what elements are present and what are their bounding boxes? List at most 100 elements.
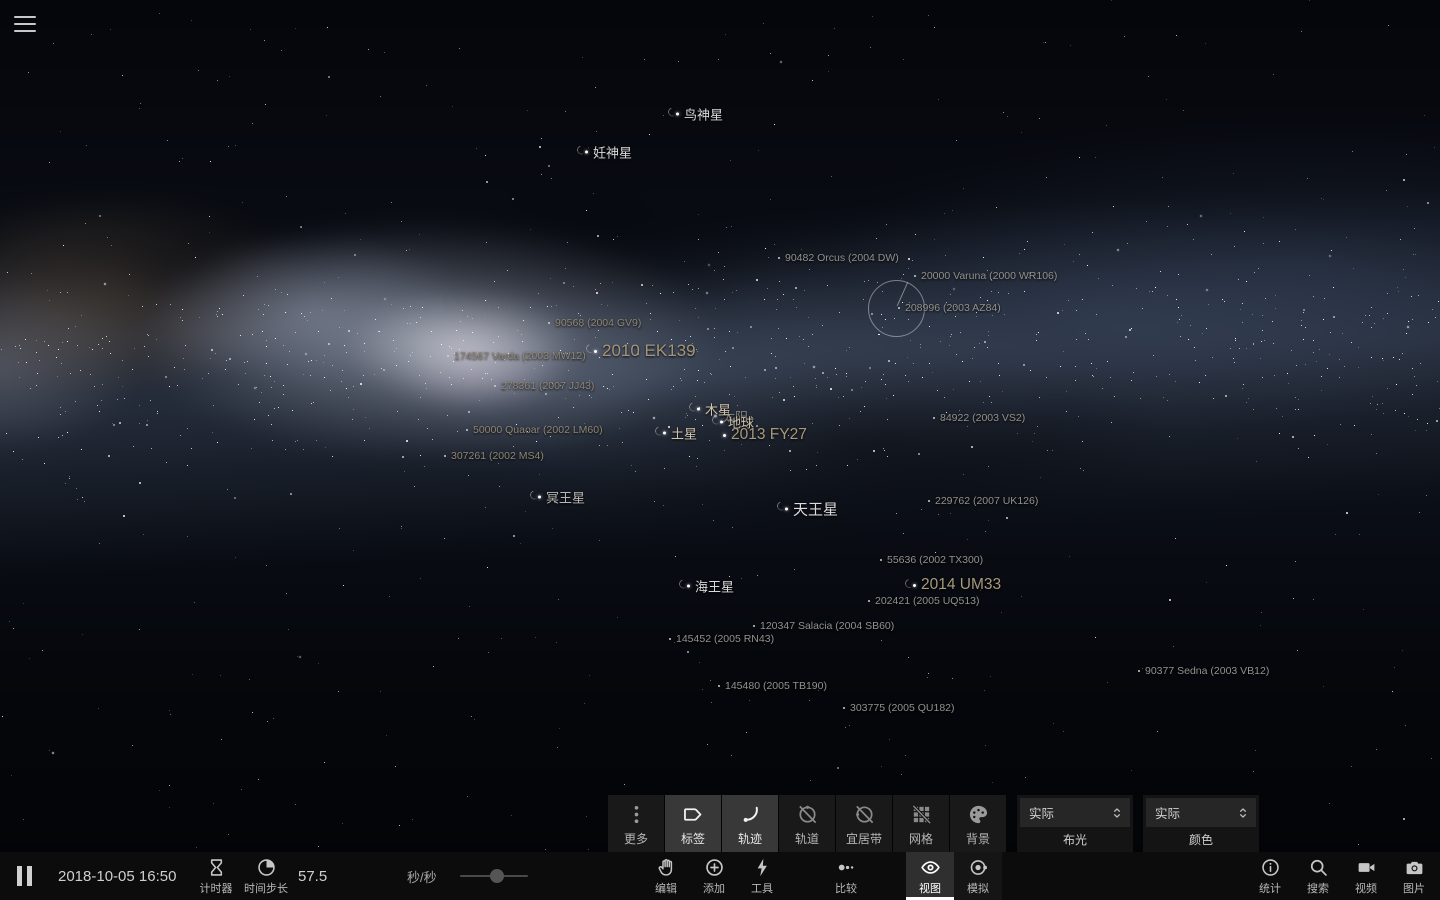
toolbar-button-label: 比较 <box>835 883 857 895</box>
view-toggle-orbit-off[interactable]: 轨道 <box>779 795 835 852</box>
sky-label[interactable]: 303775 (2005 QU182) <box>843 702 955 714</box>
sky-label[interactable]: 妊神星 <box>575 143 633 162</box>
eye-button[interactable]: 视图 <box>906 852 954 900</box>
celestial-body-dot <box>494 385 496 387</box>
video-button[interactable]: 视频 <box>1342 852 1390 900</box>
toolbar-button-label: 编辑 <box>655 883 677 895</box>
sky-label[interactable]: 229762 (2007 UK126) <box>928 495 1038 507</box>
celestial-body-dot <box>928 500 930 502</box>
hand-icon <box>656 855 677 879</box>
time-speed-slider[interactable] <box>460 852 528 900</box>
sky-label[interactable]: 174567 Varda (2003 MW12) <box>447 350 586 362</box>
sky-label[interactable]: 2013 FY27 <box>723 426 807 444</box>
starfield-bright <box>0 0 2 2</box>
lighting-dropdown[interactable]: 实际 <box>1020 798 1130 827</box>
simulation-datetime[interactable]: 2018-10-05 16:50 <box>58 852 176 900</box>
timestep-label: 时间步长 <box>244 883 288 895</box>
sky-label[interactable]: 土星 <box>653 424 697 443</box>
bolt-button[interactable]: 工具 <box>738 852 786 900</box>
view-toggle-label: 轨道 <box>794 832 819 846</box>
sky-label[interactable]: 90482 Orcus (2004 DW) <box>778 252 899 264</box>
orbit-off-icon <box>796 801 819 827</box>
sky-label[interactable]: 海王星 <box>677 577 735 596</box>
view-toggle-habitable-off[interactable]: 宜居带 <box>836 795 892 852</box>
sky-label[interactable]: 55636 (2002 TX300) <box>880 554 983 566</box>
sky-label[interactable]: 20000 Varuna (2000 WR106) <box>914 270 1057 282</box>
celestial-body-dot <box>1138 670 1140 672</box>
palette-icon <box>967 801 990 827</box>
time-speed-unit[interactable]: 秒/秒 <box>407 852 437 900</box>
sky-label[interactable]: 145480 (2005 TB190) <box>718 680 827 692</box>
space-canvas[interactable]: 鸟神星妊神星 90482 Orcus (2004 DW) 20000 Varuna … <box>0 0 1440 852</box>
sky-label[interactable]: 90568 (2004 GV9) <box>548 317 641 329</box>
trail-icon <box>739 801 762 827</box>
hamburger-menu-button[interactable] <box>13 14 37 34</box>
view-toggle-palette[interactable]: 背景 <box>950 795 1006 852</box>
sky-label[interactable]: 84922 (2003 VS2) <box>933 412 1025 424</box>
eye-icon <box>920 855 941 879</box>
sky-label[interactable]: 120347 Salacia (2004 SB60) <box>753 620 894 632</box>
celestial-body-dot <box>718 685 720 687</box>
celestial-body-name: 冥王星 <box>546 490 586 506</box>
simulate-button[interactable]: 模拟 <box>954 852 1002 900</box>
add-circle-icon <box>704 855 725 879</box>
celestial-body-name: 307261 (2002 MS4) <box>451 450 544 462</box>
simulate-icon <box>968 855 989 879</box>
lighting-dropdown-group: 实际 布光 <box>1017 795 1133 852</box>
color-dropdown[interactable]: 实际 <box>1146 798 1256 827</box>
toolbar-button-label: 视图 <box>919 883 941 895</box>
celestial-body-name: 天王星 <box>793 501 839 519</box>
camera-button[interactable]: 图片 <box>1390 852 1438 900</box>
more-vertical-icon <box>625 801 648 827</box>
timestep-button[interactable]: 时间步长 <box>240 852 292 900</box>
sky-label[interactable]: 2014 UM33 <box>903 576 1001 594</box>
sky-label[interactable]: 202421 (2005 UQ513) <box>868 595 980 607</box>
hand-button[interactable]: 编辑 <box>642 852 690 900</box>
compare-dots-icon <box>836 855 857 879</box>
celestial-body-name: 145480 (2005 TB190) <box>725 680 827 692</box>
center-button-group: 编辑 添加 工具 比较 视图 模拟 <box>642 852 1002 900</box>
celestial-body-dot <box>914 275 916 277</box>
celestial-body-dot <box>548 322 550 324</box>
celestial-body-dot <box>444 455 446 457</box>
celestial-body-dot <box>723 433 726 437</box>
celestial-body-name: 90482 Orcus (2004 DW) <box>785 252 899 264</box>
celestial-body-name: 174567 Varda (2003 MW12) <box>454 350 586 362</box>
search-button[interactable]: 搜索 <box>1294 852 1342 900</box>
view-toggle-more-vertical[interactable]: 更多 <box>608 795 664 852</box>
color-dropdown-value: 实际 <box>1155 807 1181 821</box>
celestial-body-name: 海王星 <box>695 579 735 595</box>
celestial-body-name: 鸟神星 <box>684 107 724 123</box>
sky-label[interactable]: 天王星 <box>775 499 839 520</box>
sky-label[interactable]: 冥王星 <box>528 488 586 507</box>
celestial-body-name: 妊神星 <box>593 145 633 161</box>
view-toggle-tag[interactable]: 标签 <box>665 795 721 852</box>
sky-label[interactable]: 278361 (2007 JJ43) <box>494 380 594 392</box>
sky-label[interactable]: 2010 EK139 <box>584 341 696 361</box>
sky-label[interactable]: 145452 (2005 RN43) <box>669 633 774 645</box>
slider-track <box>460 869 528 883</box>
celestial-body-dot <box>843 707 845 709</box>
view-toggle-label: 宜居带 <box>845 832 882 846</box>
sky-label[interactable]: 鸟神星 <box>666 105 724 124</box>
celestial-body-dot <box>447 355 449 357</box>
right-button-group: 统计 搜索 视频 图片 <box>1246 852 1438 900</box>
compare-dots-button[interactable]: 比较 <box>822 852 870 900</box>
slider-thumb[interactable] <box>490 869 504 883</box>
sky-label[interactable]: 208996 (2003 AZ84) <box>898 302 1001 314</box>
search-icon <box>1308 855 1329 879</box>
info-button[interactable]: 统计 <box>1246 852 1294 900</box>
toolbar-button-label: 模拟 <box>967 883 989 895</box>
view-toggle-trail[interactable]: 轨迹 <box>722 795 778 852</box>
timer-button[interactable]: 计时器 <box>192 852 240 900</box>
view-toggle-label: 轨迹 <box>737 832 762 846</box>
sky-label[interactable]: 50000 Quaoar (2002 LM60) <box>466 424 603 436</box>
toolbar-button-label: 添加 <box>703 883 725 895</box>
pause-button[interactable] <box>14 864 36 888</box>
celestial-body-name: 229762 (2007 UK126) <box>935 495 1039 507</box>
add-circle-button[interactable]: 添加 <box>690 852 738 900</box>
view-toggle-grid-off[interactable]: 网格 <box>893 795 949 852</box>
sky-label[interactable]: 307261 (2002 MS4) <box>444 450 544 462</box>
hourglass-icon <box>206 855 227 879</box>
sky-label[interactable]: 90377 Sedna (2003 VB12) <box>1138 665 1269 677</box>
